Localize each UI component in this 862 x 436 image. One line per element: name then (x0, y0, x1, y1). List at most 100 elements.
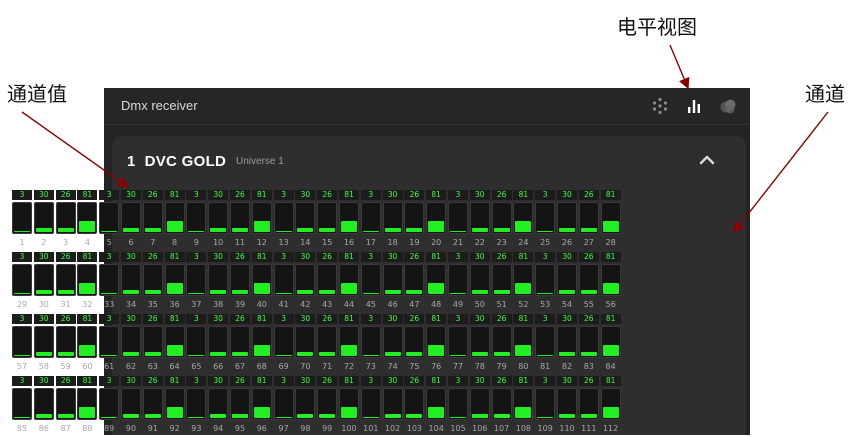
bar-chart-icon[interactable] (684, 96, 704, 116)
title-bar: Dmx receiver (104, 88, 750, 125)
channel-value: 30 (33, 376, 54, 386)
channel-value: 3 (360, 376, 381, 386)
channel-level-bar (469, 388, 490, 420)
channel-level-bar (164, 202, 185, 234)
channel-value: 30 (33, 314, 54, 324)
channel-value: 81 (77, 190, 98, 200)
channel-level-fill (493, 414, 510, 418)
channel-value: 3 (535, 252, 556, 262)
channel-level-bar (535, 202, 556, 234)
channel-level-fill (57, 290, 74, 294)
channel-level-fill (166, 345, 183, 356)
channel-level-bar (33, 388, 54, 420)
channel-value: 26 (404, 376, 425, 386)
channel-cell: 81 56 (600, 252, 621, 312)
channel-level-bar (339, 264, 359, 296)
channel-level-fill (253, 221, 270, 232)
channel-level-bar (230, 388, 250, 420)
channel-level-bar (491, 326, 512, 358)
channel-value: 26 (578, 190, 599, 200)
channel-level-fill (515, 345, 532, 356)
channel-level-fill (515, 283, 532, 294)
channel-level-fill (123, 351, 139, 356)
channel-value: 30 (295, 376, 316, 386)
channel-value: 3 (186, 376, 207, 386)
channel-level-bar (469, 202, 490, 234)
channel-level-bar (273, 202, 294, 234)
channel-level-bar (142, 264, 163, 296)
channel-level-bar (513, 264, 534, 296)
channel-level-fill (537, 292, 554, 294)
channel-level-fill (341, 221, 357, 232)
channel-level-bar (12, 388, 32, 420)
channel-value: 26 (404, 314, 425, 324)
channel-level-bar (12, 264, 32, 296)
fixture-header: 1 DVC GOLD (127, 153, 226, 170)
channel-level-fill (253, 283, 270, 294)
channel-level-fill (275, 230, 292, 232)
channel-value: 26 (55, 314, 76, 324)
channel-level-bar (142, 326, 163, 358)
channel-level-fill (144, 290, 161, 294)
channel-level-bar (600, 264, 621, 296)
channel-level-bar (578, 388, 599, 420)
channel-level-fill (297, 413, 314, 418)
channel-level-bar (317, 388, 338, 420)
channel-level-bar (251, 264, 272, 296)
channel-level-fill (188, 230, 205, 232)
channel-value: 3 (448, 252, 468, 262)
channel-level-bar (469, 326, 490, 358)
channel-value: 81 (339, 314, 359, 324)
channel-level-bar (535, 326, 556, 358)
channel-level-bar (448, 326, 468, 358)
channel-value: 26 (404, 190, 425, 200)
annotation-level-view: 电平视图 (617, 15, 697, 39)
channel-level-fill (101, 292, 118, 294)
channel-level-fill (232, 414, 248, 418)
channel-level-fill (319, 290, 336, 294)
channel-level-bar (273, 264, 294, 296)
channel-value: 26 (317, 376, 338, 386)
channel-level-fill (166, 221, 183, 232)
channel-level-bar (99, 388, 120, 420)
channel-level-fill (210, 289, 227, 294)
channel-level-bar (557, 326, 577, 358)
channel-value: 30 (208, 314, 229, 324)
channel-level-bar (186, 264, 207, 296)
channel-level-fill (537, 416, 554, 418)
channel-value: 30 (382, 190, 403, 200)
channel-value: 30 (469, 190, 490, 200)
channel-level-fill (144, 352, 161, 356)
channel-value: 30 (557, 190, 577, 200)
channel-level-fill (493, 290, 510, 294)
channel-value: 30 (208, 190, 229, 200)
channel-level-bar (208, 202, 229, 234)
channel-level-fill (559, 351, 575, 356)
channel-level-fill (275, 416, 292, 418)
channel-value: 26 (142, 314, 163, 324)
channel-level-bar (404, 388, 425, 420)
color-circles-icon[interactable] (718, 96, 738, 116)
channel-level-bar (317, 264, 338, 296)
channel-level-fill (428, 221, 445, 232)
dots-grid-icon[interactable] (650, 96, 670, 116)
channel-value: 30 (33, 190, 54, 200)
channel-level-fill (537, 354, 554, 356)
channel-value: 81 (600, 314, 621, 324)
channel-value: 3 (186, 314, 207, 324)
chevron-up-icon[interactable] (697, 150, 717, 170)
channel-level-bar (600, 388, 621, 420)
channel-level-bar (513, 326, 534, 358)
channel-level-bar (513, 202, 534, 234)
channel-value: 26 (578, 314, 599, 324)
channel-level-bar (557, 388, 577, 420)
channel-value: 30 (121, 314, 141, 324)
channel-value: 26 (491, 252, 512, 262)
channel-level-fill (471, 227, 488, 232)
channel-value: 26 (491, 190, 512, 200)
channel-value: 81 (426, 190, 447, 200)
channel-value: 81 (426, 252, 447, 262)
channel-level-bar (230, 264, 250, 296)
channel-level-fill (450, 416, 466, 418)
channel-value: 81 (164, 252, 185, 262)
